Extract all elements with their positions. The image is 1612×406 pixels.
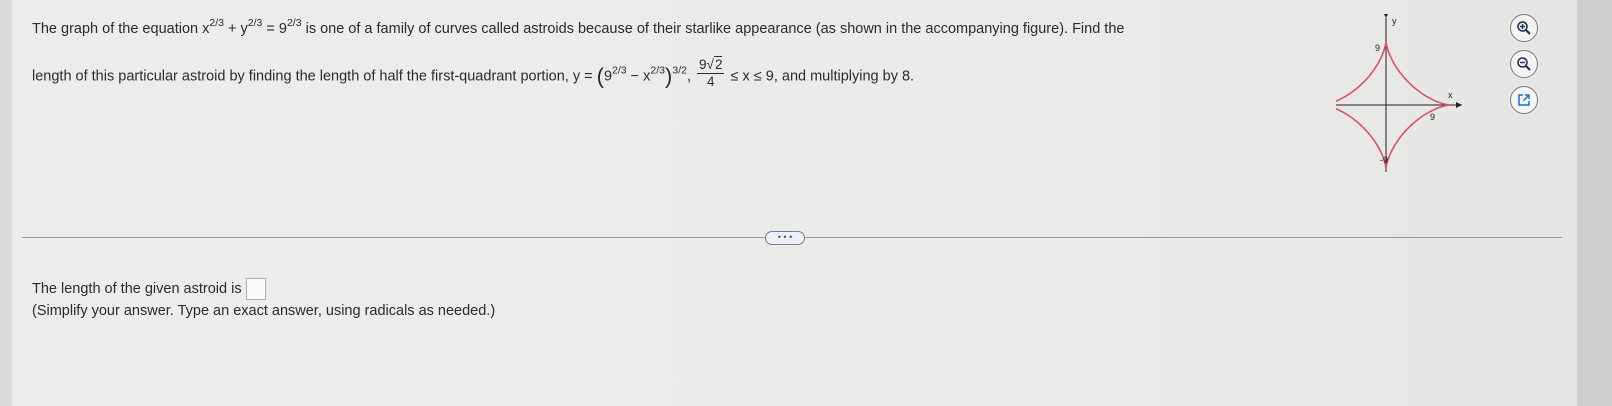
- astroid-graph: y x 9 -9 -9 9: [1312, 12, 1462, 172]
- answer-prompt: The length of the given astroid is: [32, 281, 242, 297]
- problem-text: is one of a family of curves called astr…: [301, 21, 1125, 37]
- fraction-denominator: 4: [707, 74, 715, 89]
- astroid-figure: y x 9 -9 -9 9: [1312, 12, 1512, 184]
- popout-button[interactable]: [1510, 86, 1538, 114]
- problem-text: ≤ x ≤ 9, and multiplying by 8.: [726, 68, 915, 85]
- x-axis-label: x: [1448, 90, 1453, 100]
- tick-label-top: 9: [1375, 43, 1380, 53]
- zoom-out-icon: [1517, 57, 1531, 71]
- exponent: 2/3: [286, 17, 302, 29]
- problem-text: The graph of the equation x: [32, 21, 210, 37]
- figure-tools: [1510, 14, 1544, 122]
- fraction: 9√2 4: [697, 56, 725, 90]
- y-axis-label: y: [1392, 16, 1397, 26]
- tick-label-bottom: -9: [1380, 155, 1388, 165]
- problem-text: length of this particular astroid by fin…: [32, 68, 597, 85]
- expand-handle[interactable]: • • •: [765, 231, 805, 245]
- open-paren: (: [596, 63, 604, 89]
- answer-input[interactable]: [245, 278, 266, 300]
- numerator-coefficient: 9: [699, 57, 707, 72]
- zoom-out-button[interactable]: [1510, 50, 1538, 78]
- problem-text: − x: [626, 68, 651, 85]
- answer-instruction: (Simplify your answer. Type an exact ans…: [32, 303, 496, 319]
- problem-text: ,: [686, 68, 691, 85]
- zoom-in-button[interactable]: [1510, 14, 1538, 42]
- exponent: 2/3: [612, 64, 627, 77]
- zoom-in-icon: [1517, 21, 1531, 35]
- right-edge: [1577, 0, 1612, 406]
- radicand: 2: [713, 56, 723, 72]
- exponent: 2/3: [209, 17, 224, 29]
- problem-text: + y: [223, 21, 248, 37]
- problem-line-2: length of this particular astroid by fin…: [32, 56, 915, 93]
- exponent: 2/3: [650, 64, 666, 77]
- answer-line: The length of the given astroid is: [32, 278, 495, 300]
- exponent: 2/3: [247, 17, 263, 29]
- tick-label-right: 9: [1430, 112, 1435, 122]
- external-link-icon: [1518, 94, 1530, 106]
- problem-text: 9: [603, 68, 613, 85]
- exponent: 3/2: [672, 64, 687, 77]
- fraction-numerator: 9√2: [697, 56, 725, 74]
- problem-text: = 9: [262, 21, 287, 37]
- answer-section: The length of the given astroid is (Simp…: [32, 278, 495, 322]
- problem-line-1: The graph of the equation x2/3 + y2/3 = …: [32, 18, 1124, 40]
